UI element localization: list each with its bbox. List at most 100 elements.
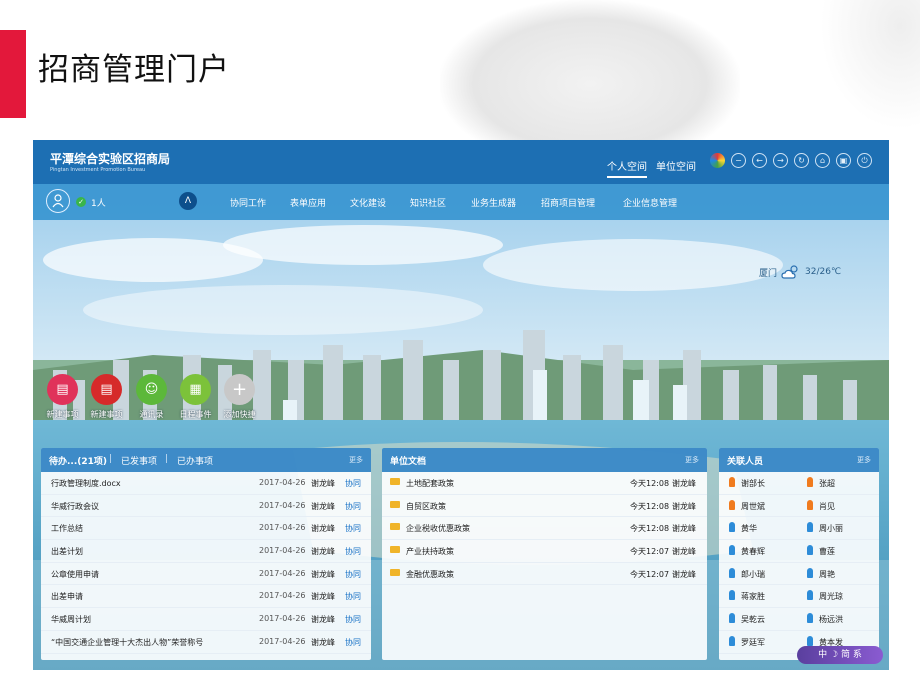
- list-item[interactable]: 金融优惠政策 今天12:07 谢龙峰: [382, 563, 707, 586]
- item-type[interactable]: 协同: [345, 614, 361, 625]
- forward-circle-icon[interactable]: →: [773, 153, 788, 168]
- more-link[interactable]: 更多: [857, 455, 871, 465]
- table-row[interactable]: 华威周计划 2017-04-26 谢龙峰 协同: [41, 608, 371, 631]
- contact-name[interactable]: 周世斌: [741, 501, 765, 512]
- tab-sent[interactable]: 已发事项: [121, 454, 157, 467]
- item-date: 2017-04-26: [259, 546, 306, 556]
- contact-name[interactable]: 周光琼: [819, 591, 843, 602]
- contact-name[interactable]: 张超: [819, 478, 835, 489]
- table-row[interactable]: 工作总结 2017-04-26 谢龙峰 协同: [41, 517, 371, 541]
- refresh-circle-icon[interactable]: ↻: [794, 153, 809, 168]
- shortcut-new-item-2[interactable]: ▤ 新建事项: [90, 374, 123, 420]
- document-title[interactable]: 自贸区政策: [406, 501, 446, 512]
- item-type[interactable]: 协同: [345, 546, 361, 557]
- nav-item-forms[interactable]: 表单应用: [290, 196, 326, 209]
- navigation-arrow-icon[interactable]: Λ: [179, 192, 197, 210]
- user-avatar-icon[interactable]: [46, 189, 70, 213]
- list-item[interactable]: 产业扶持政策 今天12:07 谢龙峰: [382, 540, 707, 563]
- list-item[interactable]: 企业税收优惠政策 今天12:08 谢龙峰: [382, 517, 707, 541]
- contact-name[interactable]: 周艳: [819, 569, 835, 580]
- item-person: 谢龙峰: [311, 637, 335, 647]
- contact-name[interactable]: 黄春辉: [741, 546, 765, 557]
- nav-item-knowledge[interactable]: 知识社区: [410, 196, 446, 209]
- item-title[interactable]: 工作总结: [51, 523, 83, 534]
- contact-name[interactable]: 郎小瑞: [741, 569, 765, 580]
- tab-personal-space[interactable]: 个人空间: [607, 158, 647, 178]
- table-row[interactable]: “中国交通企业管理十大杰出人物”荣誉称号 2017-04-26 谢龙峰 协同: [41, 631, 371, 654]
- header-icon-group: − ← → ↻ ⌂ ▣ ⏻: [710, 153, 872, 168]
- table-row[interactable]: 公章使用申请 2017-04-26 谢龙峰 协同: [41, 563, 371, 586]
- power-circle-icon[interactable]: ⏻: [857, 153, 872, 168]
- item-title[interactable]: 华威行政会议: [51, 501, 99, 512]
- lock-circle-icon[interactable]: ▣: [836, 153, 851, 168]
- item-type[interactable]: 协同: [345, 523, 361, 534]
- contact-name[interactable]: 周小丽: [819, 523, 843, 534]
- tab-unit-space[interactable]: 单位空间: [656, 158, 696, 173]
- shortcut-contacts[interactable]: ☺ 通讯录: [135, 374, 168, 420]
- item-title[interactable]: 出差申请: [51, 591, 83, 602]
- contact-icon: ☺: [136, 374, 167, 405]
- document-title[interactable]: 企业税收优惠政策: [406, 523, 470, 534]
- document-title[interactable]: 土地配套政策: [406, 478, 454, 489]
- shortcut-label: 添加快捷: [223, 410, 256, 419]
- home-circle-icon[interactable]: ⌂: [815, 153, 830, 168]
- item-type[interactable]: 协同: [345, 591, 361, 602]
- item-type[interactable]: 协同: [345, 478, 361, 489]
- item-title[interactable]: 公章使用申请: [51, 569, 99, 580]
- document-time: 今天12:08: [630, 501, 670, 511]
- nav-item-enterprise-info[interactable]: 企业信息管理: [623, 196, 677, 209]
- contact-name[interactable]: 曹莲: [819, 546, 835, 557]
- folder-icon: [390, 500, 400, 508]
- contact-name[interactable]: 杨远洪: [819, 614, 843, 625]
- more-link[interactable]: 更多: [685, 455, 699, 465]
- contact-name[interactable]: 肖见: [819, 501, 835, 512]
- minus-circle-icon[interactable]: −: [731, 153, 746, 168]
- document-person: 谢龙峰: [672, 501, 696, 511]
- item-type[interactable]: 协同: [345, 637, 361, 648]
- item-title[interactable]: 出差计划: [51, 546, 83, 557]
- table-row[interactable]: 出差申请 2017-04-26 谢龙峰 协同: [41, 585, 371, 609]
- table-row[interactable]: 行政管理制度.docx 2017-04-26 谢龙峰 协同: [41, 472, 371, 495]
- shortcut-calendar[interactable]: ▦ 日程事件: [179, 374, 212, 420]
- item-person: 谢龙峰: [311, 479, 335, 488]
- item-title[interactable]: 华威周计划: [51, 614, 91, 625]
- language-widget[interactable]: 中 ☽ 简 系: [797, 646, 883, 664]
- list-item[interactable]: 土地配套政策 今天12:08 谢龙峰: [382, 472, 707, 495]
- item-title[interactable]: 行政管理制度.docx: [51, 478, 121, 489]
- item-title[interactable]: “中国交通企业管理十大杰出人物”荣誉称号: [51, 637, 203, 648]
- portal-screenshot: 平潭综合实验区招商局 Pingtan Investment Promotion …: [33, 140, 889, 670]
- back-circle-icon[interactable]: ←: [752, 153, 767, 168]
- doc-icon: ▤: [91, 374, 122, 405]
- online-count[interactable]: 1人: [91, 196, 106, 209]
- contact-name[interactable]: 蒋家胜: [741, 591, 765, 602]
- nav-item-collaboration[interactable]: 协同工作: [230, 196, 266, 209]
- item-type[interactable]: 协同: [345, 569, 361, 580]
- contacts-panel-header: 关联人员 更多: [719, 448, 879, 472]
- contact-name[interactable]: 吴乾云: [741, 614, 765, 625]
- nav-item-culture[interactable]: 文化建设: [350, 196, 386, 209]
- shortcut-new-item[interactable]: ▤ 新建事项: [46, 374, 79, 420]
- nav-item-investment-projects[interactable]: 招商项目管理: [541, 196, 595, 209]
- shortcut-add[interactable]: + 添加快捷: [223, 374, 256, 420]
- contact-name[interactable]: 罗廷军: [741, 637, 765, 648]
- more-link[interactable]: 更多: [349, 455, 363, 465]
- tab-done[interactable]: 已办事项: [177, 454, 213, 467]
- color-wheel-icon[interactable]: [710, 153, 725, 168]
- contact-name[interactable]: 谢部长: [741, 478, 765, 489]
- document-title[interactable]: 金融优惠政策: [406, 569, 454, 580]
- nav-item-business-generator[interactable]: 业务生成器: [471, 196, 516, 209]
- document-person: 谢龙峰: [672, 479, 696, 488]
- table-row[interactable]: 出差计划 2017-04-26 谢龙峰 协同: [41, 540, 371, 563]
- contact-name[interactable]: 黄华: [741, 523, 757, 534]
- folder-icon: [390, 568, 400, 576]
- item-person: 谢龙峰: [311, 524, 335, 534]
- item-type[interactable]: 协同: [345, 501, 361, 512]
- weather-temperature: 32/26℃: [805, 267, 842, 277]
- table-row[interactable]: 华威行政会议 2017-04-26 谢龙峰 协同: [41, 495, 371, 518]
- list-item[interactable]: 自贸区政策 今天12:08 谢龙峰: [382, 495, 707, 518]
- document-title[interactable]: 产业扶持政策: [406, 546, 454, 557]
- tab-pending[interactable]: 待办...(21项): [49, 454, 107, 467]
- folder-icon: [390, 546, 400, 554]
- cloud-sun-icon: [781, 265, 798, 279]
- folder-icon: [390, 523, 400, 531]
